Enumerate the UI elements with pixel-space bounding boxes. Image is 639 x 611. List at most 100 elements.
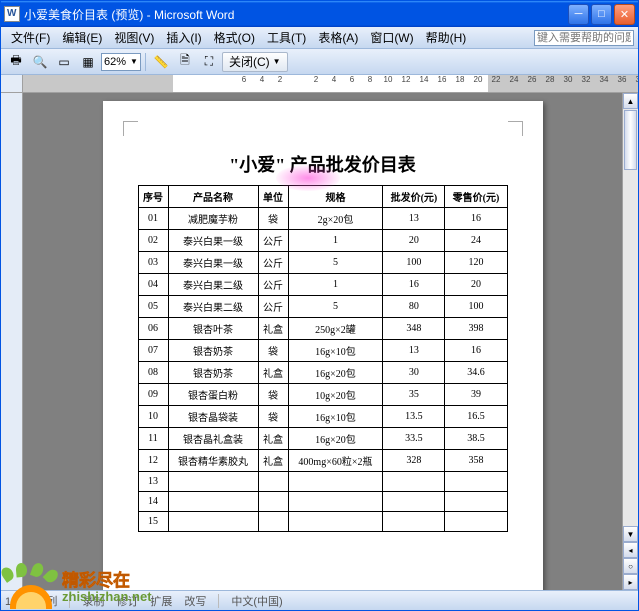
prev-page-button[interactable]: ◂ [623,542,638,558]
table-cell: 05 [138,296,168,318]
table-cell: 07 [138,340,168,362]
table-cell: 银杏晶礼盒装 [168,428,258,450]
menu-tools[interactable]: 工具(T) [261,27,312,48]
menu-table[interactable]: 表格(A) [312,27,364,48]
watermark-text-1: 精彩尽在 [62,572,152,591]
table-cell [383,472,445,492]
table-cell: 13 [138,472,168,492]
table-cell: 泰兴白果一级 [168,252,258,274]
zoom-combo[interactable]: 62%▼ [101,53,141,71]
table-cell: 34.6 [445,362,507,384]
table-cell: 400mg×60粒×2瓶 [288,450,383,472]
browse-object-button[interactable]: ○ [623,558,638,574]
multi-page-button[interactable]: ▦ [77,51,99,73]
table-cell: 银杏叶茶 [168,318,258,340]
table-cell: 11 [138,428,168,450]
one-page-button[interactable]: ▭ [53,51,75,73]
scroll-down-button[interactable]: ▼ [623,526,638,542]
ruler-button[interactable]: 📏 [150,51,172,73]
page: "小爱" 产品批发价目表 序号产品名称单位规格批发价(元)零售价(元) 01减肥… [103,101,543,590]
table-cell: 09 [138,384,168,406]
table-cell [445,492,507,512]
table-cell: 13 [383,340,445,362]
status-ovr: 改写 [184,593,206,609]
table-cell: 03 [138,252,168,274]
table-header: 单位 [258,186,288,208]
table-cell: 2g×20包 [288,208,383,230]
menu-window[interactable]: 窗口(W) [364,27,419,48]
table-cell [258,512,288,532]
menu-edit[interactable]: 编辑(E) [56,27,108,48]
watermark-logo-icon [2,567,58,609]
table-cell: 礼盒 [258,428,288,450]
watermark: 精彩尽在 zhishizhan.net [2,567,152,609]
table-cell: 39 [445,384,507,406]
table-cell: 礼盒 [258,318,288,340]
menu-help[interactable]: 帮助(H) [420,27,473,48]
table-cell: 08 [138,362,168,384]
table-cell: 泰兴白果一级 [168,230,258,252]
close-button[interactable]: ✕ [614,4,635,25]
table-row: 01减肥魔芋粉袋2g×20包1316 [138,208,507,230]
vertical-ruler[interactable] [1,93,23,590]
table-header: 零售价(元) [445,186,507,208]
table-cell: 礼盒 [258,362,288,384]
table-cell: 1 [288,230,383,252]
document-canvas[interactable]: "小爱" 产品批发价目表 序号产品名称单位规格批发价(元)零售价(元) 01减肥… [23,93,622,590]
shrink-button[interactable]: 🗎 [174,51,196,73]
table-cell: 泰兴白果二级 [168,274,258,296]
status-lang: 中文(中国) [231,593,282,609]
dropdown-icon: ▼ [270,57,281,66]
table-row: 08银杏奶茶礼盒16g×20包3034.6 [138,362,507,384]
table-cell: 250g×2罐 [288,318,383,340]
table-cell: 泰兴白果二级 [168,296,258,318]
table-header: 批发价(元) [383,186,445,208]
price-table: 序号产品名称单位规格批发价(元)零售价(元) 01减肥魔芋粉袋2g×20包131… [138,185,508,532]
table-cell: 公斤 [258,296,288,318]
table-row: 14 [138,492,507,512]
ruler-scale[interactable]: 6422468101214161820222426283032343638404… [23,75,638,92]
help-search-input[interactable] [534,30,634,46]
menu-insert[interactable]: 插入(I) [160,27,207,48]
close-preview-button[interactable]: 关闭(C)▼ [222,52,288,72]
table-cell: 银杏奶茶 [168,362,258,384]
table-cell: 14 [138,492,168,512]
table-cell [258,472,288,492]
table-cell: 358 [445,450,507,472]
table-cell [383,492,445,512]
table-cell: 袋 [258,406,288,428]
table-cell: 35 [383,384,445,406]
table-cell: 银杏奶茶 [168,340,258,362]
print-button[interactable]: 🖶 [5,51,27,73]
table-cell [168,492,258,512]
table-cell: 1 [288,274,383,296]
fullscreen-button[interactable]: ⛶ [198,51,220,73]
table-cell: 袋 [258,208,288,230]
table-cell: 银杏蛋白粉 [168,384,258,406]
table-cell [445,472,507,492]
maximize-button[interactable]: □ [591,4,612,25]
scroll-thumb[interactable] [624,110,637,170]
table-cell: 20 [383,230,445,252]
magnifier-button[interactable]: 🔍 [29,51,51,73]
menu-file[interactable]: 文件(F) [5,27,56,48]
table-cell: 5 [288,296,383,318]
menu-format[interactable]: 格式(O) [208,27,261,48]
crop-mark-icon [123,121,138,136]
scroll-up-button[interactable]: ▲ [623,93,638,109]
menu-view[interactable]: 视图(V) [108,27,160,48]
next-page-button[interactable]: ▸ [623,574,638,590]
table-cell: 12 [138,450,168,472]
table-row: 05泰兴白果二级公斤580100 [138,296,507,318]
table-cell: 06 [138,318,168,340]
table-cell: 38.5 [445,428,507,450]
vertical-scrollbar[interactable]: ▲ ▼ ◂ ○ ▸ [622,93,638,590]
table-cell [383,512,445,532]
zoom-value: 62% [104,56,126,68]
minimize-button[interactable]: ─ [568,4,589,25]
status-ext: 扩展 [150,593,172,609]
table-cell: 15 [138,512,168,532]
table-row: 09银杏蛋白粉袋10g×20包3539 [138,384,507,406]
table-cell: 24 [445,230,507,252]
table-cell: 10 [138,406,168,428]
